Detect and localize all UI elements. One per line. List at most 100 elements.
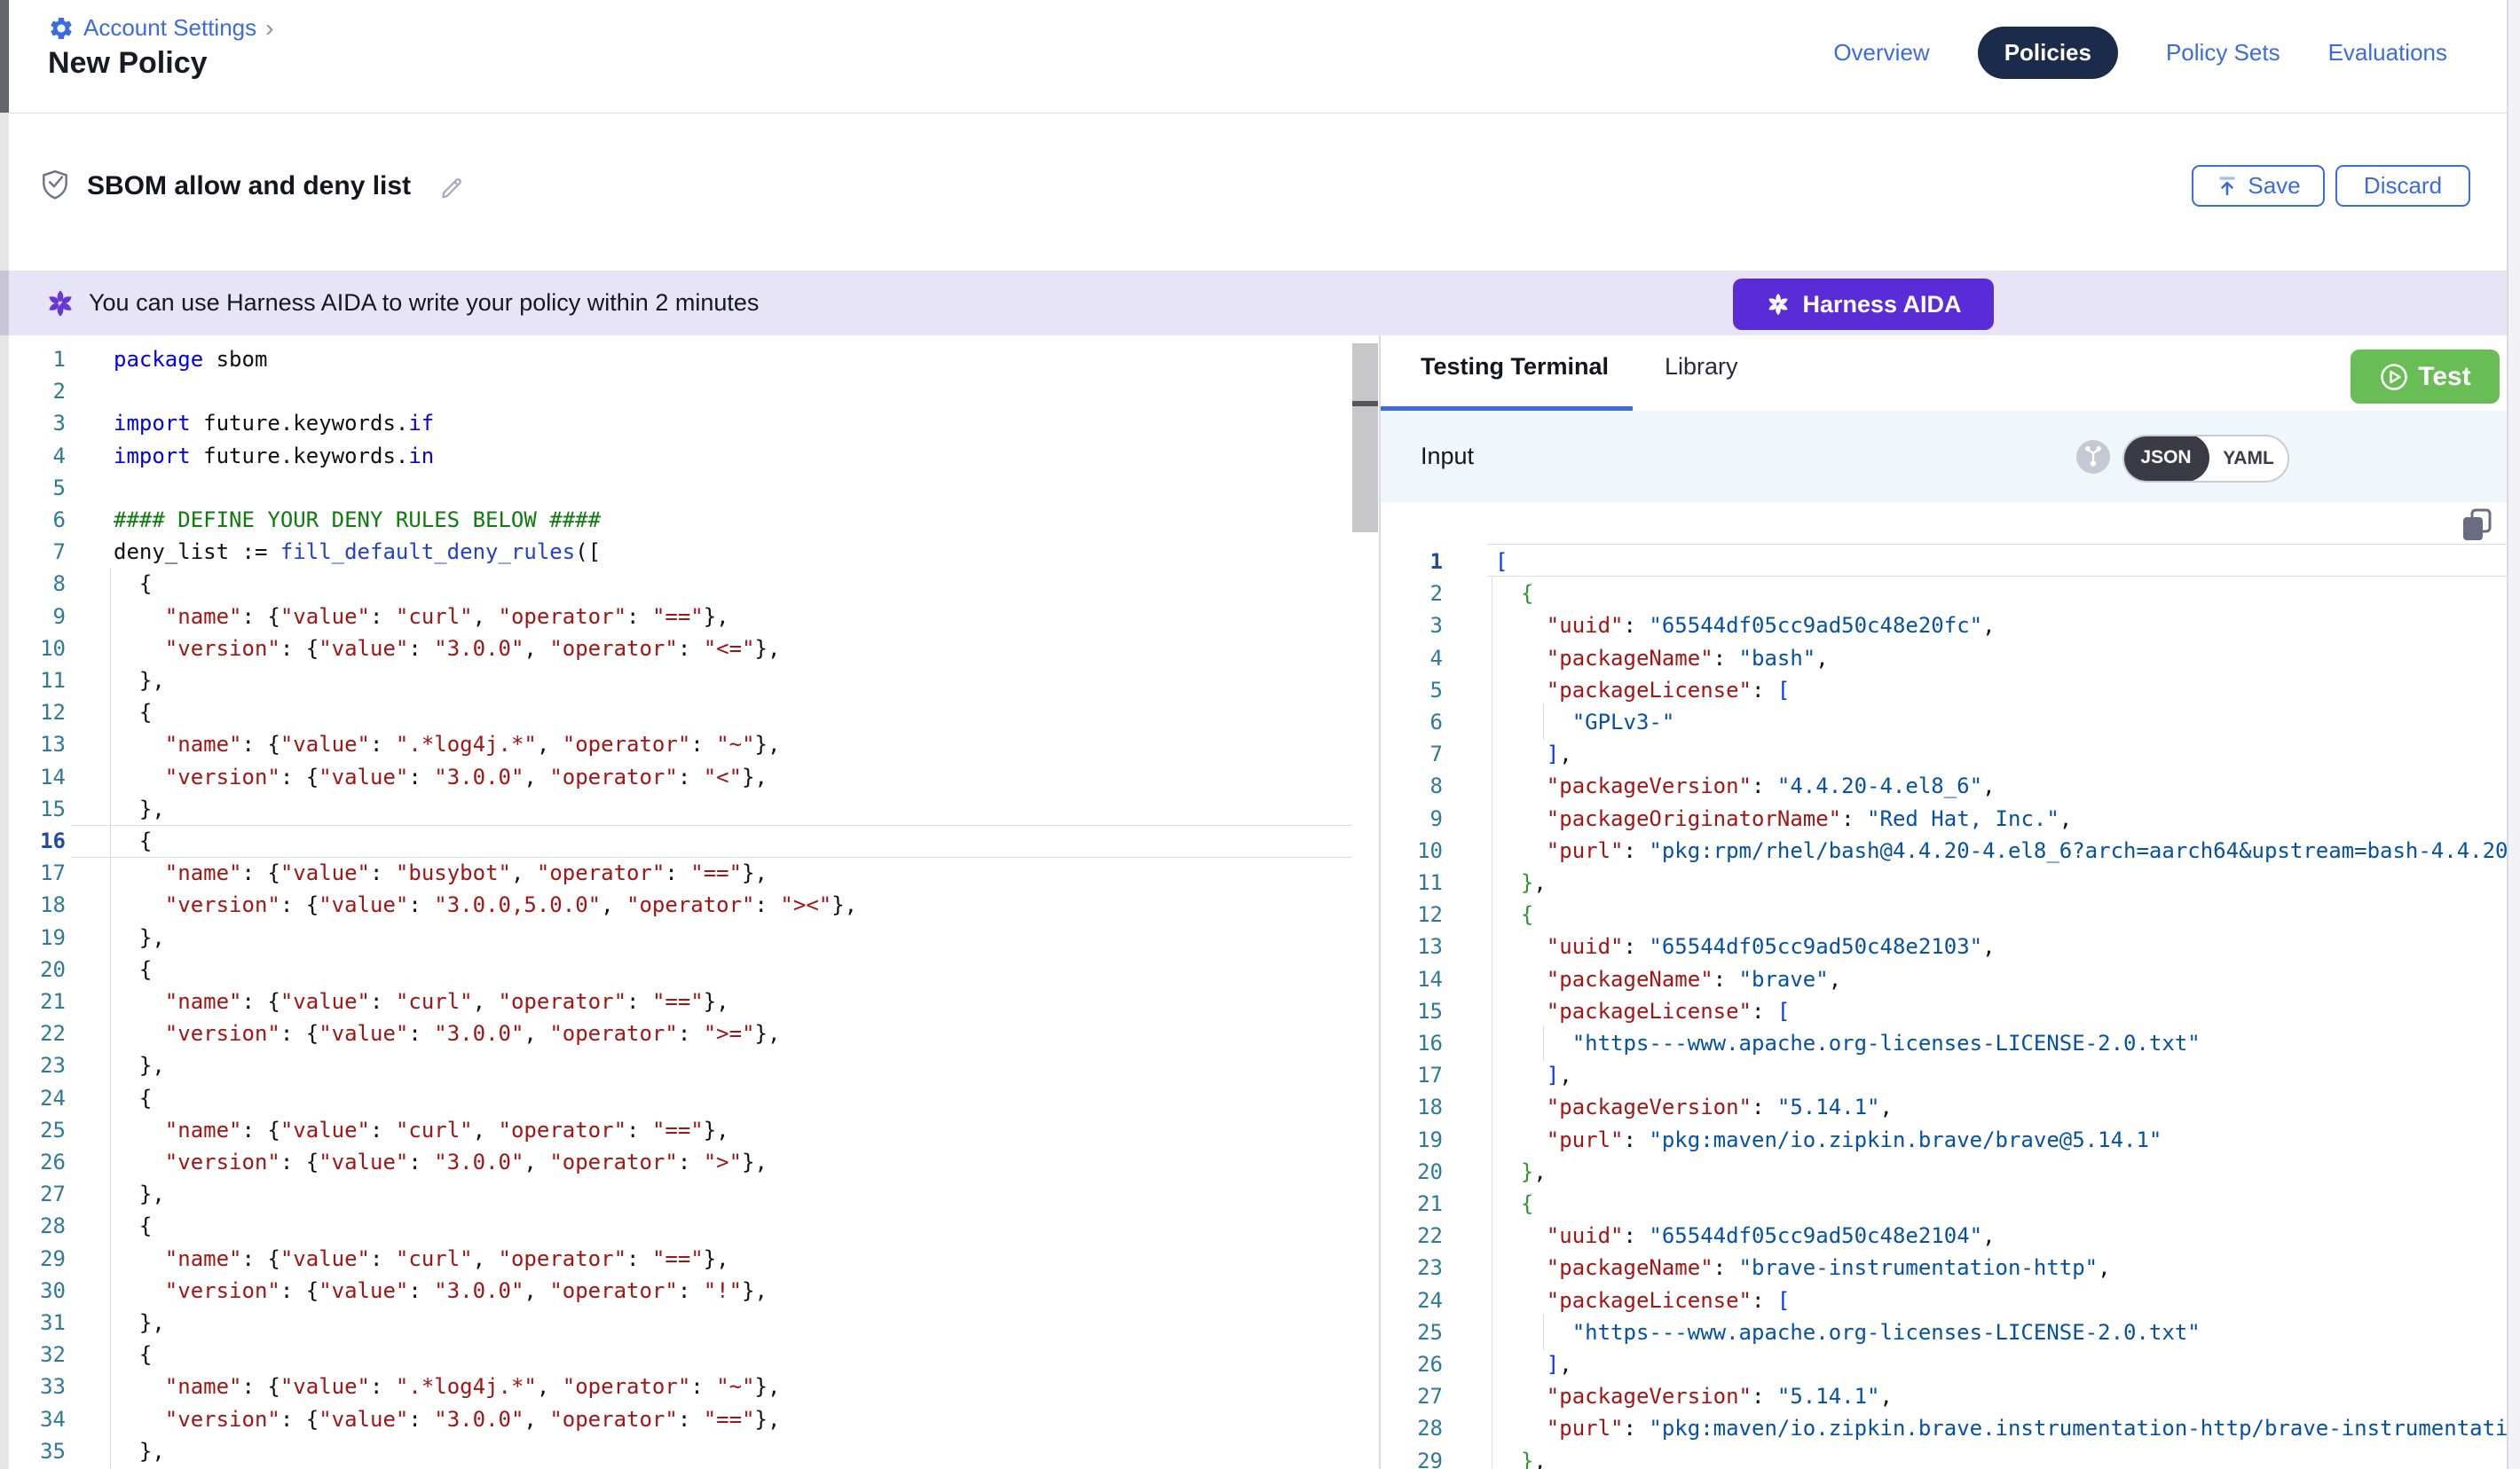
code-text[interactable]: "name": {"value": "curl", "operator": "=… (114, 986, 729, 1018)
code-text[interactable]: { (1495, 577, 1533, 610)
splitter-handle[interactable] (1352, 401, 1378, 406)
code-line[interactable]: 9 "packageOriginatorName": "Red Hat, Inc… (1381, 803, 2508, 836)
code-line[interactable]: 33 "name": {"value": ".*log4j.*", "opera… (9, 1371, 1352, 1403)
code-line[interactable]: 16 { (9, 825, 1352, 858)
code-text[interactable]: "packageLicense": [ (1495, 995, 1790, 1028)
code-text[interactable]: }, (1495, 867, 1547, 899)
code-text[interactable]: "packageName": "brave-instrumentation-ht… (1495, 1252, 2111, 1284)
code-text[interactable]: "version": {"value": "3.0.0", "operator"… (114, 1017, 780, 1050)
editor-scrollbar[interactable] (1352, 343, 1378, 532)
code-text[interactable]: { (114, 1210, 152, 1243)
code-line[interactable]: 13 "uuid": "65544df05cc9ad50c48e2103", (1381, 931, 2508, 963)
code-line[interactable]: 25 "name": {"value": "curl", "operator":… (9, 1114, 1352, 1147)
format-toggle-yaml[interactable]: YAML (2209, 448, 2288, 469)
code-text[interactable]: "packageLicense": [ (1495, 1284, 1790, 1317)
code-line[interactable]: 8 { (9, 568, 1352, 601)
code-text[interactable]: "purl": "pkg:maven/io.zipkin.brave/brave… (1495, 1124, 2162, 1157)
code-text[interactable]: "packageVersion": "4.4.20-4.el8_6", (1495, 770, 1996, 803)
code-text[interactable]: { (114, 1082, 152, 1115)
code-text[interactable]: "packageOriginatorName": "Red Hat, Inc."… (1495, 803, 2072, 836)
code-text[interactable]: { (114, 954, 152, 986)
code-text[interactable]: "packageName": "brave", (1495, 963, 1841, 996)
code-text[interactable]: "version": {"value": "3.0.0", "operator"… (114, 1146, 768, 1179)
code-text[interactable]: "name": {"value": "curl", "operator": "=… (114, 1114, 729, 1147)
code-line[interactable]: 1[ (1381, 546, 2508, 578)
code-text[interactable]: ], (1495, 738, 1572, 771)
code-line[interactable]: 21 "name": {"value": "curl", "operator":… (9, 986, 1352, 1018)
code-text[interactable]: }, (1495, 1156, 1547, 1189)
code-line[interactable]: 1package sbom (9, 343, 1352, 376)
code-line[interactable]: 15 }, (9, 793, 1352, 826)
tab-overview[interactable]: Overview (1833, 39, 1929, 67)
code-text[interactable]: "uuid": "65544df05cc9ad50c48e20fc", (1495, 609, 1996, 642)
tab-policy-sets[interactable]: Policy Sets (2166, 39, 2280, 67)
code-text[interactable]: "purl": "pkg:rpm/rhel/bash@4.4.20-4.el8_… (1495, 835, 2508, 868)
code-line[interactable]: 3 "uuid": "65544df05cc9ad50c48e20fc", (1381, 609, 2508, 642)
code-text[interactable]: { (114, 825, 152, 858)
copy-icon[interactable] (2460, 507, 2495, 543)
code-text[interactable]: "name": {"value": "busybot", "operator":… (114, 857, 768, 890)
code-text[interactable]: "name": {"value": ".*log4j.*", "operator… (114, 728, 780, 761)
code-line[interactable]: 17 ], (1381, 1059, 2508, 1092)
code-line[interactable]: 24 "packageLicense": [ (1381, 1284, 2508, 1317)
code-line[interactable]: 23 }, (9, 1049, 1352, 1082)
code-line[interactable]: 3import future.keywords.if (9, 407, 1352, 440)
code-line[interactable]: 12 { (1381, 899, 2508, 931)
code-line[interactable]: 9 "name": {"value": "curl", "operator": … (9, 601, 1352, 633)
code-text[interactable]: }, (114, 1049, 165, 1082)
code-text[interactable]: "version": {"value": "3.0.0", "operator"… (114, 632, 780, 665)
code-text[interactable]: "uuid": "65544df05cc9ad50c48e2104", (1495, 1220, 1996, 1253)
policy-code-editor[interactable]: 1package sbom23import future.keywords.if… (9, 335, 1352, 1469)
code-text[interactable]: }, (114, 793, 165, 826)
code-line[interactable]: 7 ], (1381, 738, 2508, 771)
code-line[interactable]: 20 }, (1381, 1156, 2508, 1189)
code-text[interactable]: "version": {"value": "3.0.0", "operator"… (114, 1275, 768, 1308)
code-line[interactable]: 32 { (9, 1339, 1352, 1371)
code-line[interactable]: 34 "version": {"value": "3.0.0", "operat… (9, 1403, 1352, 1436)
code-text[interactable]: { (114, 1339, 152, 1371)
code-line[interactable]: 14 "version": {"value": "3.0.0", "operat… (9, 761, 1352, 794)
code-line[interactable]: 19 }, (9, 922, 1352, 954)
code-line[interactable]: 2 (9, 375, 1352, 408)
code-text[interactable]: { (114, 696, 152, 729)
code-line[interactable]: 8 "packageVersion": "4.4.20-4.el8_6", (1381, 770, 2508, 803)
code-text[interactable]: }, (114, 1307, 165, 1339)
code-line[interactable]: 23 "packageName": "brave-instrumentation… (1381, 1252, 2508, 1284)
code-text[interactable]: }, (114, 922, 165, 954)
code-line[interactable]: 7deny_list := fill_default_deny_rules([ (9, 536, 1352, 569)
code-line[interactable]: 28 "purl": "pkg:maven/io.zipkin.brave.in… (1381, 1412, 2508, 1445)
save-button[interactable]: Save (2192, 165, 2325, 207)
code-line[interactable]: 6 "GPLv3-" (1381, 706, 2508, 739)
code-text[interactable]: "name": {"value": ".*log4j.*", "operator… (114, 1371, 780, 1403)
code-line[interactable]: 21 { (1381, 1188, 2508, 1221)
code-text[interactable]: "https---www.apache.org-licenses-LICENSE… (1495, 1316, 2201, 1349)
code-line[interactable]: 26 "version": {"value": "3.0.0", "operat… (9, 1146, 1352, 1179)
code-line[interactable]: 30 "version": {"value": "3.0.0", "operat… (9, 1275, 1352, 1308)
code-text[interactable]: { (1495, 899, 1533, 931)
code-text[interactable]: "version": {"value": "3.0.0,5.0.0", "ope… (114, 889, 857, 922)
code-line[interactable]: 10 "version": {"value": "3.0.0", "operat… (9, 632, 1352, 665)
code-line[interactable]: 25 "https---www.apache.org-licenses-LICE… (1381, 1316, 2508, 1349)
code-line[interactable]: 10 "purl": "pkg:rpm/rhel/bash@4.4.20-4.e… (1381, 835, 2508, 868)
code-line[interactable]: 4import future.keywords.in (9, 440, 1352, 473)
code-text[interactable]: "packageName": "bash", (1495, 642, 1829, 675)
tab-library[interactable]: Library (1665, 353, 1738, 381)
code-line[interactable]: 15 "packageLicense": [ (1381, 995, 2508, 1028)
code-line[interactable]: 11 }, (9, 664, 1352, 697)
code-line[interactable]: 29 }, (1381, 1445, 2508, 1469)
code-text[interactable]: package sbom (114, 343, 267, 376)
code-line[interactable]: 26 ], (1381, 1348, 2508, 1381)
code-line[interactable]: 14 "packageName": "brave", (1381, 963, 2508, 996)
code-line[interactable]: 16 "https---www.apache.org-licenses-LICE… (1381, 1027, 2508, 1060)
code-text[interactable]: ], (1495, 1059, 1572, 1092)
code-text[interactable]: "version": {"value": "3.0.0", "operator"… (114, 1403, 780, 1436)
code-text[interactable]: deny_list := fill_default_deny_rules([ (114, 536, 601, 569)
breadcrumb-link-account-settings[interactable]: Account Settings (83, 14, 256, 42)
code-text[interactable]: "uuid": "65544df05cc9ad50c48e2103", (1495, 931, 1996, 963)
code-line[interactable]: 17 "name": {"value": "busybot", "operato… (9, 857, 1352, 890)
breadcrumb[interactable]: Account Settings › (48, 14, 273, 42)
code-text[interactable]: { (1495, 1188, 1533, 1221)
input-json-editor[interactable]: 1[2 {3 "uuid": "65544df05cc9ad50c48e20fc… (1381, 502, 2508, 1469)
code-line[interactable]: 22 "uuid": "65544df05cc9ad50c48e2104", (1381, 1220, 2508, 1253)
harness-aida-button[interactable]: Harness AIDA (1733, 279, 1994, 330)
